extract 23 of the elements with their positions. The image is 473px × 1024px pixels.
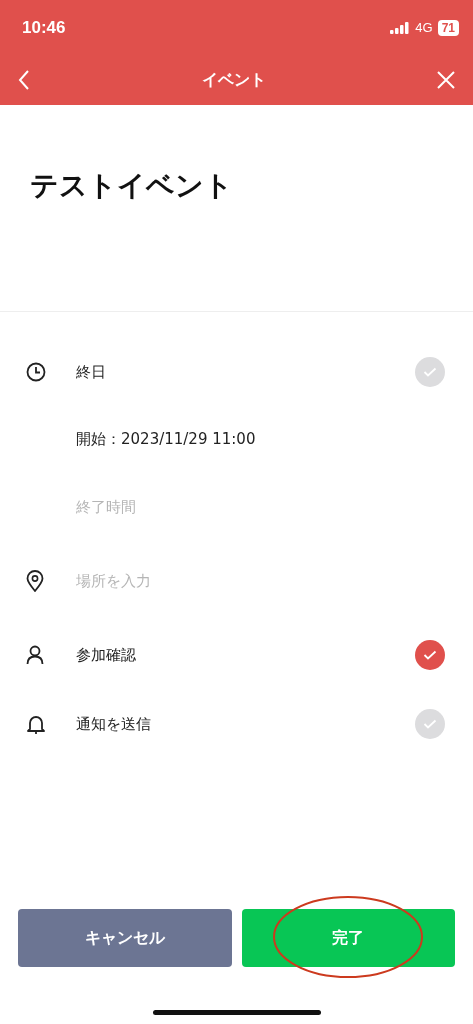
status-time: 10:46 bbox=[22, 17, 66, 38]
check-toggle[interactable] bbox=[415, 709, 445, 739]
signal-icon bbox=[390, 21, 411, 34]
option-label: 通知を送信 bbox=[76, 714, 152, 734]
checkmark-icon bbox=[423, 367, 437, 377]
close-icon bbox=[437, 71, 455, 89]
option-label: 参加確認 bbox=[76, 645, 137, 665]
checkmark-icon bbox=[423, 719, 437, 729]
bell-icon bbox=[26, 713, 46, 735]
location-pin-icon bbox=[26, 570, 44, 592]
network-label: 4G bbox=[415, 20, 433, 35]
back-chevron-icon bbox=[18, 69, 30, 91]
clock-icon bbox=[26, 362, 46, 382]
screen-title: イベント bbox=[201, 69, 266, 91]
event-title: テストイベント bbox=[30, 168, 233, 204]
checkmark-icon bbox=[423, 650, 437, 660]
person-icon bbox=[26, 645, 44, 665]
cancel-button[interactable]: キャンセル bbox=[18, 909, 232, 967]
option-label: 終日 bbox=[76, 362, 107, 382]
start-time[interactable]: 開始：2023/11/29 11:00 bbox=[76, 429, 445, 449]
check-toggle[interactable] bbox=[415, 640, 445, 670]
check-toggle[interactable] bbox=[415, 357, 445, 387]
battery-indicator: 71 bbox=[437, 19, 459, 36]
